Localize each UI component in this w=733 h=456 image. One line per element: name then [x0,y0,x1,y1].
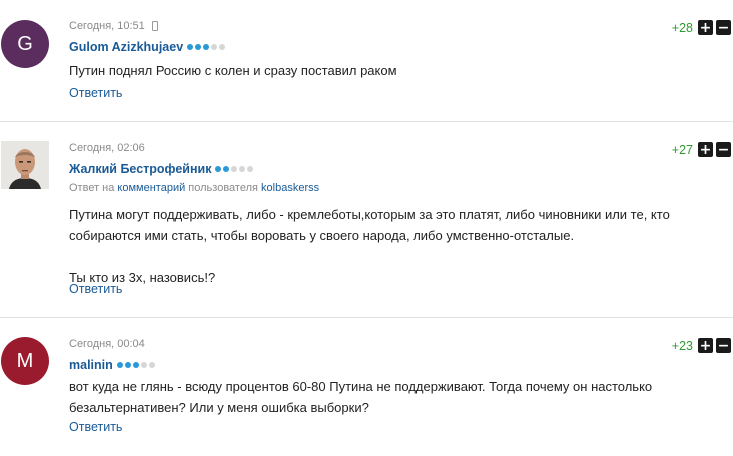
rating-dot-inactive [211,44,218,50]
user-photo-icon [1,141,49,189]
vote-score: +27 [671,142,693,157]
rating-dot-active [124,362,131,368]
vote-score: +28 [671,20,693,35]
author-name[interactable]: Gulom Azizkhujaev [69,40,183,54]
reply-to-user-link[interactable]: kolbaskerss [261,182,319,194]
avatar[interactable]: G [1,20,49,68]
author-name[interactable]: Жалкий Бестрофейник [69,162,211,176]
vote-controls: +23 + − [672,338,731,353]
rating-dot-active [195,44,202,50]
comment-text: Путин поднял Россию с колен и сразу пост… [69,63,397,78]
comment-text: Путина могут поддерживать, либо - кремле… [69,207,670,285]
avatar-letter: M [16,349,34,372]
reply-button[interactable]: Ответить [69,86,122,100]
rating-dot-active [116,362,123,368]
vote-controls: +27 + − [672,142,731,157]
rating-dot-inactive [239,166,246,172]
rating-dot-inactive [219,44,226,50]
rating-dot-active [187,44,194,50]
comment-text: вот куда не глянь - всюду процентов 60-8… [69,379,653,415]
comment-time: Сегодня, 00:04 [69,338,145,350]
rating-dot-inactive [140,362,147,368]
divider [0,121,733,122]
mobile-device-icon [151,21,158,31]
reply-button[interactable]: Ответить [69,282,122,296]
author-name[interactable]: malinin [69,358,113,372]
upvote-button[interactable]: + [698,338,713,353]
reply-button[interactable]: Ответить [69,420,122,434]
vote-score: +23 [671,338,693,353]
downvote-button[interactable]: − [716,142,731,157]
downvote-button[interactable]: − [716,338,731,353]
avatar[interactable]: M [1,337,49,385]
rating-dot-inactive [247,166,254,172]
reply-to-comment-link[interactable]: комментарий [117,182,185,194]
rating-dot-active [203,44,210,50]
author-row: Gulom Azizkhujaev [69,40,226,54]
rating-dot-active [132,362,139,368]
avatar[interactable] [1,141,49,189]
rating-dots [187,44,226,50]
rating-dot-inactive [231,166,238,172]
upvote-button[interactable]: + [698,20,713,35]
rating-dot-inactive [148,362,155,368]
rating-dots [215,166,254,172]
rating-dots [116,362,155,368]
avatar-letter: G [17,32,33,55]
author-row: Жалкий Бестрофейник [69,162,254,176]
downvote-button[interactable]: − [716,20,731,35]
rating-dot-active [223,166,230,172]
upvote-button[interactable]: + [698,142,713,157]
comment-time: Сегодня, 10:51 [69,20,158,32]
divider [0,317,733,318]
comment-time: Сегодня, 02:06 [69,142,145,154]
reply-to-line: Ответ на комментарий пользователя kolbas… [69,182,320,194]
author-row: malinin [69,358,155,372]
rating-dot-active [215,166,222,172]
vote-controls: +28 + − [672,20,731,35]
